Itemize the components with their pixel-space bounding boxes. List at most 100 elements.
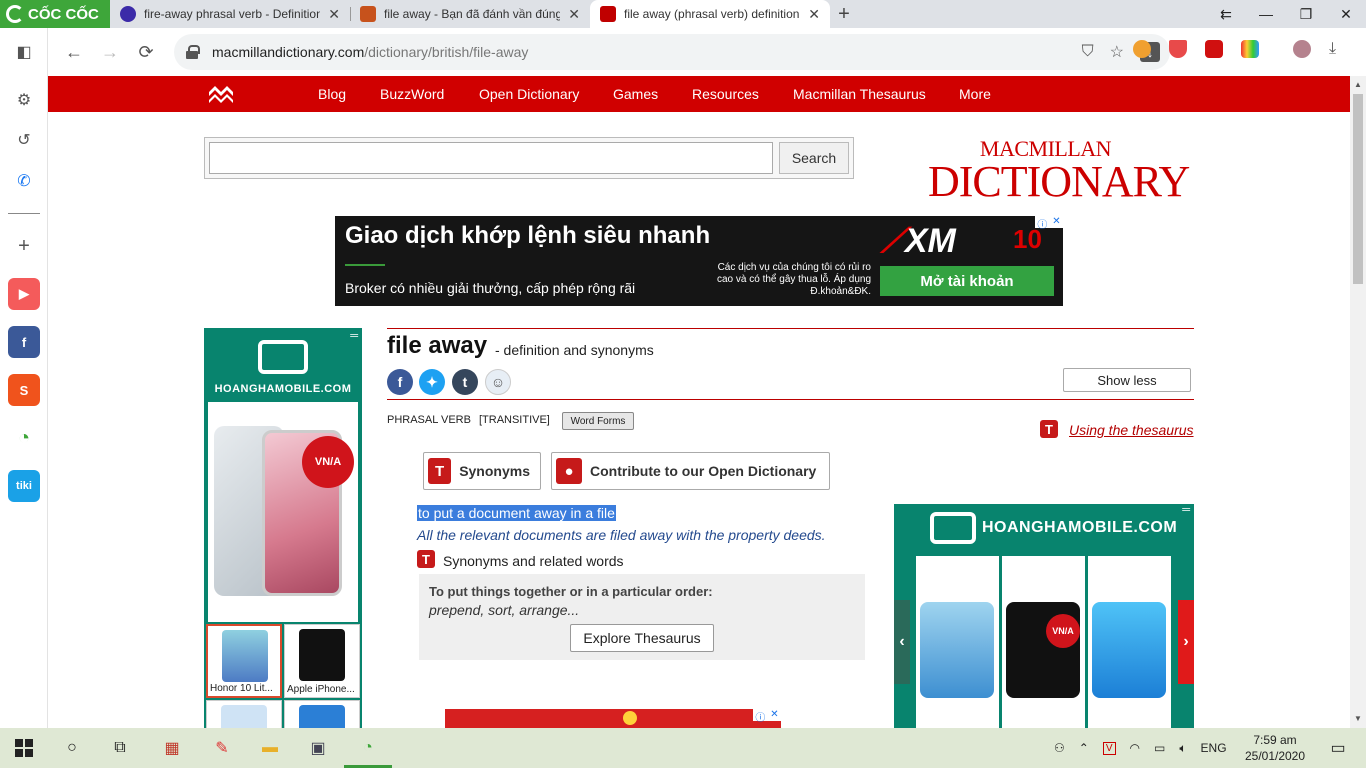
product-card[interactable]	[1088, 556, 1171, 728]
forward-button[interactable]: →	[92, 34, 128, 70]
battery-icon[interactable]: ▭	[1154, 741, 1165, 755]
search-input[interactable]	[209, 142, 773, 174]
app-grid-icon[interactable]: ▦	[156, 732, 188, 764]
address-bar[interactable]: macmillandictionary.com/dictionary/briti…	[174, 34, 1170, 70]
tab-file-away-spell[interactable]: file away - Bạn đã đánh vần đúng ✕	[350, 0, 590, 28]
history-icon[interactable]: ↺	[8, 124, 40, 156]
pos-label: PHRASAL VERB	[387, 414, 471, 426]
right-sidebar-ad[interactable]: ═ HOANGHAMOBILE.COM ‹ VN/A ›	[894, 504, 1194, 728]
bottom-banner-ad[interactable]: ⓘ ✕	[445, 709, 781, 728]
hoanghamobile-mark-icon	[258, 340, 308, 374]
people-icon[interactable]: ⚇	[1054, 741, 1065, 755]
show-less-button[interactable]: Show less	[1063, 368, 1191, 392]
using-thesaurus-link[interactable]: Using the thesaurus	[1069, 422, 1194, 438]
macmillan-dictionary-logo[interactable]: MACMILLAN DICTIONARY	[928, 136, 1190, 204]
macmillan-logo-icon[interactable]	[208, 84, 234, 104]
nav-macmillan-thesaurus[interactable]: Macmillan Thesaurus	[793, 86, 926, 102]
scroll-up-icon[interactable]: ▲	[1354, 80, 1362, 89]
tab-close-icon[interactable]: ✕	[328, 6, 340, 23]
add-shortcut-icon[interactable]: +	[8, 230, 40, 262]
settings-icon[interactable]: ⚙	[8, 84, 40, 116]
tab-close-icon[interactable]: ✕	[808, 6, 820, 23]
nav-open-dictionary[interactable]: Open Dictionary	[479, 86, 579, 102]
facebook-icon[interactable]: f	[387, 369, 413, 395]
unikey-icon[interactable]: V	[1102, 741, 1116, 755]
twitter-icon[interactable]: ✦	[419, 369, 445, 395]
windows-start-icon[interactable]	[8, 732, 40, 764]
tray-expand-icon[interactable]: ⌃	[1079, 741, 1089, 755]
profile-avatar[interactable]	[1293, 40, 1311, 58]
nav-more[interactable]: More	[959, 86, 991, 102]
messenger-icon[interactable]: ✆	[8, 165, 40, 197]
shield-icon[interactable]: ⛉	[1082, 43, 1094, 61]
scrollbar-thumb[interactable]	[1353, 94, 1363, 284]
extension-red-icon[interactable]	[1205, 40, 1223, 58]
search-button[interactable]: Search	[779, 142, 849, 174]
coccoc-taskbar-icon[interactable]: ◔	[344, 732, 392, 768]
tab-fire-away[interactable]: fire-away phrasal verb - Definition ✕	[110, 0, 350, 28]
ad-choices-icon[interactable]: ⓘ ✕	[753, 709, 781, 724]
minimize-button[interactable]: —	[1246, 0, 1286, 28]
paint-icon[interactable]: ✎	[206, 732, 238, 764]
tab-close-icon[interactable]: ✕	[568, 6, 580, 23]
close-window-button[interactable]: ✕	[1326, 0, 1366, 28]
thumb-iphone[interactable]: Apple iPhone...	[284, 624, 360, 698]
reddit-icon[interactable]: ☺	[485, 369, 511, 395]
new-tab-button[interactable]: +	[830, 0, 858, 28]
app-window-icon[interactable]: ▣	[302, 732, 334, 764]
file-explorer-icon[interactable]: ▬	[254, 732, 286, 764]
wifi-icon[interactable]: ◠	[1130, 741, 1140, 755]
coccoc-logo[interactable]: CỐC CỐC	[0, 0, 110, 28]
back-button[interactable]: ←	[56, 34, 92, 70]
shopee-icon[interactable]: S	[8, 374, 40, 406]
carousel-prev-button[interactable]: ‹	[894, 600, 910, 684]
thumb-honor[interactable]: Honor 10 Lit...	[206, 624, 282, 698]
extension-color-icon[interactable]	[1241, 40, 1259, 58]
ad-hero-image[interactable]: VN/A	[208, 402, 358, 622]
taskbar-clock[interactable]: 7:59 am 25/01/2020	[1240, 732, 1310, 764]
nav-resources[interactable]: Resources	[692, 86, 759, 102]
contribute-button[interactable]: ● Contribute to our Open Dictionary	[551, 452, 830, 490]
nav-games[interactable]: Games	[613, 86, 658, 102]
restore-button[interactable]: ❐	[1286, 0, 1326, 28]
synonyms-button[interactable]: T Synonyms	[423, 452, 541, 490]
carousel-next-button[interactable]: ›	[1178, 600, 1194, 684]
notifications-icon[interactable]: ▭	[1322, 732, 1354, 764]
ad-menu-icon[interactable]: ═	[1182, 504, 1190, 516]
thumb-phone-4[interactable]	[284, 700, 360, 728]
ad-choices-icon[interactable]: ⓘ ✕	[1035, 216, 1063, 231]
tumblr-icon[interactable]: t	[452, 369, 478, 395]
youtube-icon[interactable]: ▶	[8, 278, 40, 310]
reload-button[interactable]: ⟳	[128, 34, 164, 70]
thesaurus-icon: T	[417, 550, 435, 568]
thumb-image	[299, 705, 345, 728]
xm-banner-ad[interactable]: Giao dịch khớp lệnh siêu nhanh Broker có…	[335, 216, 1063, 306]
explore-thesaurus-button[interactable]: Explore Thesaurus	[570, 624, 714, 652]
lock-icon[interactable]	[186, 45, 200, 59]
page-scrollbar[interactable]: ▲ ▼	[1350, 76, 1366, 728]
nav-buzzword[interactable]: BuzzWord	[380, 86, 444, 102]
tab-search-icon[interactable]: ⇇	[1206, 0, 1246, 28]
entry-mid-rule	[387, 399, 1194, 400]
bookmark-star-icon[interactable]: ☆	[1110, 42, 1124, 62]
search-icon[interactable]: ○	[56, 732, 88, 764]
product-card[interactable]: VN/A	[1002, 556, 1085, 728]
task-view-icon[interactable]: ⧉	[104, 732, 136, 764]
tiki-icon[interactable]: tiki	[8, 470, 40, 502]
scroll-down-icon[interactable]: ▼	[1354, 714, 1362, 723]
coccoc-shortcut-icon[interactable]: ◔	[8, 422, 40, 454]
left-sidebar-ad[interactable]: ═ HOANGHAMOBILE.COM VN/A Honor 10 Lit...…	[204, 328, 362, 728]
tab-file-away-definition[interactable]: file away (phrasal verb) definition a ✕	[590, 0, 830, 28]
thumb-phone-3[interactable]	[206, 700, 282, 728]
nav-blog[interactable]: Blog	[318, 86, 346, 102]
downloads-icon[interactable]: ⤓	[1329, 40, 1345, 58]
extension-shield-icon[interactable]	[1169, 40, 1187, 58]
product-card[interactable]	[916, 556, 999, 728]
extension-chrome-icon[interactable]	[1133, 40, 1151, 58]
language-indicator[interactable]: ENG	[1201, 741, 1227, 755]
volume-icon[interactable]: 🔈︎	[1179, 741, 1186, 756]
word-forms-button[interactable]: Word Forms	[562, 412, 634, 430]
sidebar-toggle-icon[interactable]: ◧	[8, 36, 40, 68]
ad-cta-button[interactable]: Mở tài khoản	[880, 266, 1054, 296]
facebook-icon[interactable]: f	[8, 326, 40, 358]
